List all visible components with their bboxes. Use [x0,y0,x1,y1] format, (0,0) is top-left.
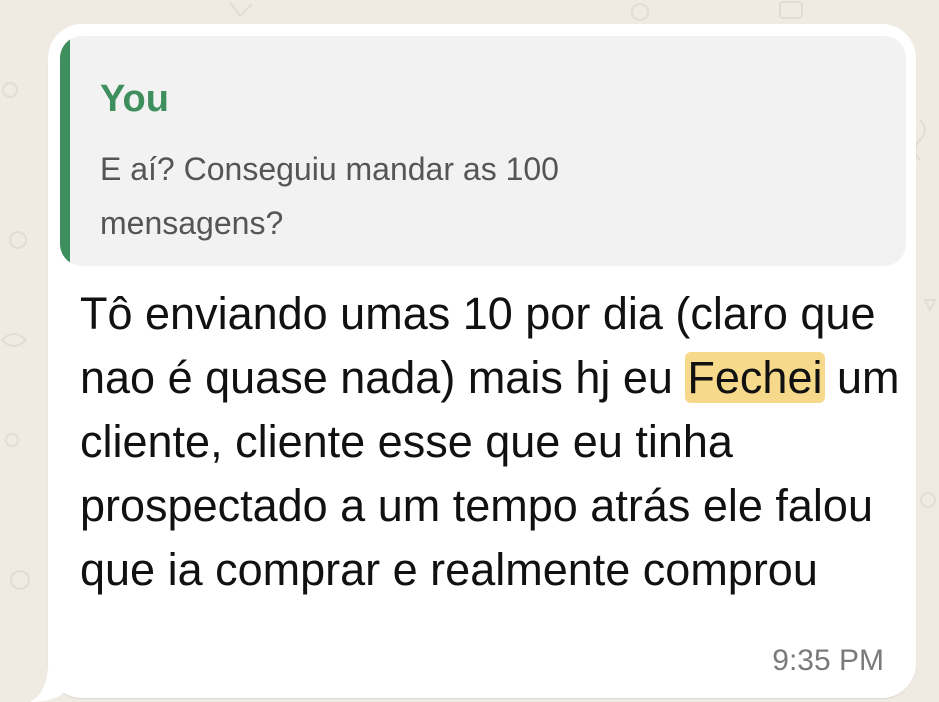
incoming-message-bubble[interactable]: You E aí? Conseguiu mandar as 100 mensag… [48,24,916,698]
highlighted-word: Fechei [685,352,825,403]
message-text: Tô enviando umas 10 por dia (claro que n… [80,282,900,602]
message-timestamp: 9:35 PM [772,644,884,677]
quoted-message-text: E aí? Conseguiu mandar as 100 mensagens? [100,151,559,241]
quote-accent-bar [60,36,70,266]
quoted-message-author: You [100,78,169,120]
quoted-message[interactable]: You E aí? Conseguiu mandar as 100 mensag… [60,36,906,266]
bubble-tail [30,668,68,702]
